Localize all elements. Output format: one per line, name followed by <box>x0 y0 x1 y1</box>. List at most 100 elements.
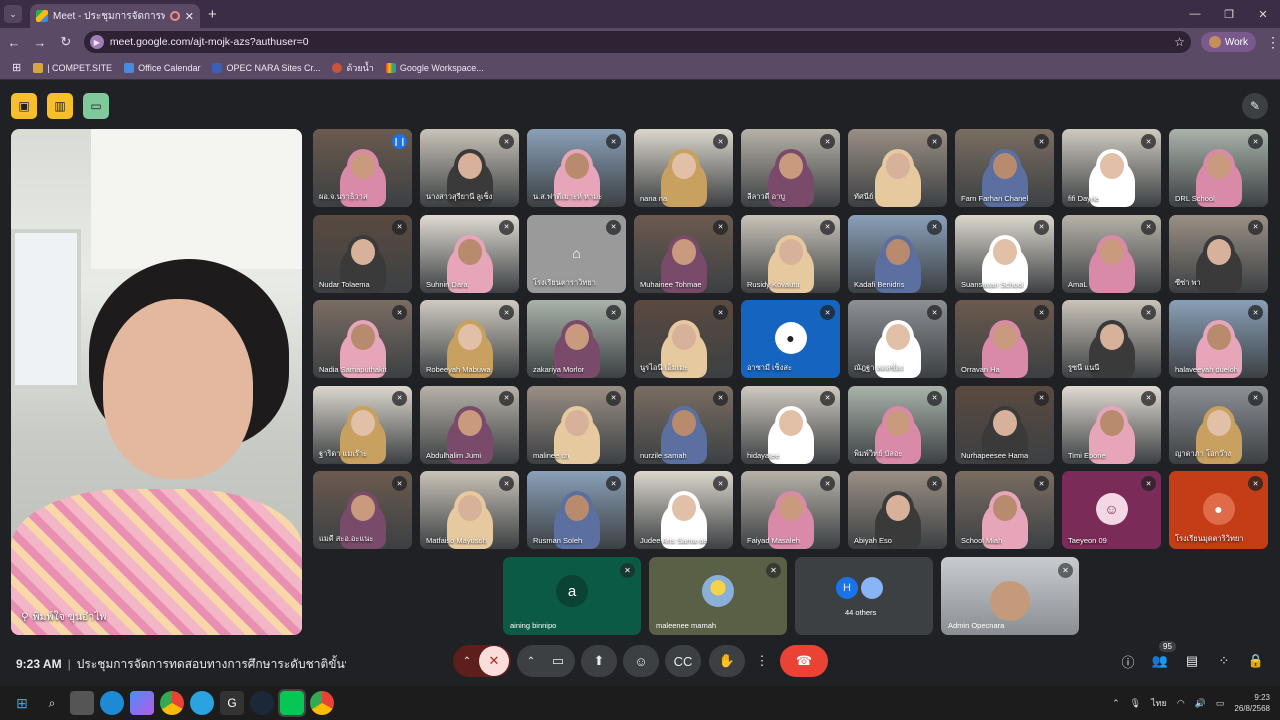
participant-tile[interactable]: ✕ Nadia Samaputhakit <box>313 300 412 378</box>
minimize-icon[interactable]: — <box>1178 8 1212 20</box>
bottom-tile-others[interactable]: H 44 others <box>795 557 933 635</box>
participant-tile[interactable]: ✕ Farn Farhan Chanel <box>955 129 1054 207</box>
close-tab-icon[interactable]: ✕ <box>185 10 194 23</box>
bookmark-google-workspace[interactable]: Google Workspace... <box>385 62 484 73</box>
main-speaker-tile[interactable]: ⚲ พิมพ์ใจ ขุนอำไพ <box>11 129 302 635</box>
volume-icon[interactable]: 🔊 <box>1195 698 1206 709</box>
screen-share-icon[interactable]: ▭ <box>83 93 109 119</box>
participant-tile[interactable]: ✕ Abdulhalim Jumi <box>420 385 519 464</box>
participant-tile[interactable]: ✕ Judee Aris Sama-ae <box>634 471 733 549</box>
telegram-icon[interactable] <box>190 691 214 715</box>
participant-tile[interactable]: ✕ นูรไอนี เอ็มเมะ <box>634 300 733 378</box>
camera-icon[interactable]: ▭ <box>543 653 573 669</box>
bottom-tile-admin[interactable]: ✕ Admin Opecnara <box>941 557 1079 635</box>
windows-start-icon[interactable]: ⊞ <box>10 691 34 715</box>
participant-tile[interactable]: ✕ ญาดาภา โอกว๊าง <box>1169 385 1268 464</box>
participant-tile[interactable]: ✕ Suansavan School <box>955 214 1054 293</box>
app-g-icon[interactable]: G <box>220 691 244 715</box>
clock[interactable]: 9:23 26/8/2568 <box>1234 692 1270 714</box>
bookmark-compet[interactable]: | COMPET.SITE <box>33 62 112 73</box>
bookmark-star-icon[interactable]: ☆ <box>1174 35 1185 49</box>
chevron-up-icon[interactable]: ⌃ <box>519 656 543 667</box>
participant-tile[interactable]: ✕ รูซนี แนนี <box>1062 300 1161 378</box>
camera-button[interactable]: ⌃ ▭ <box>517 645 575 677</box>
chat-icon[interactable]: ▤ <box>1182 651 1202 671</box>
search-icon[interactable]: ⌕ <box>40 691 64 715</box>
participant-tile[interactable]: ✕ malinee cn <box>527 385 626 464</box>
participant-tile[interactable]: ✕ nurzile samah <box>634 385 733 464</box>
host-controls-icon[interactable]: 🔒 <box>1246 651 1266 671</box>
participant-tile[interactable]: ✕ Matfaiso Mayusoh <box>420 471 519 549</box>
participant-tile[interactable]: ❙❙ ผอ.จ.นราธิวาส <box>313 129 412 207</box>
participant-tile[interactable]: ✕ Timi Epone <box>1062 385 1161 464</box>
participant-tile[interactable]: ✕ Nurhapeesee Hama <box>955 385 1054 464</box>
participant-tile[interactable]: ☺ ✕ Taeyeon 09 <box>1062 471 1161 549</box>
browser-menu-icon[interactable]: ⋮ <box>1266 34 1280 51</box>
mic-button[interactable]: ⌃ ✕ <box>453 645 511 677</box>
participant-tile[interactable]: ✕ ฐาริดา แมเร๊าะ <box>313 385 412 464</box>
participant-tile[interactable]: ✕ แมดี สะอ.อะแนะ <box>313 471 412 549</box>
participant-tile[interactable]: ✕ Abiyah Eso <box>848 471 947 549</box>
chrome-icon[interactable] <box>160 691 184 715</box>
chrome-profile-icon[interactable] <box>310 691 334 715</box>
restore-icon[interactable]: ❐ <box>1212 8 1246 21</box>
battery-icon[interactable]: ▭ <box>1216 698 1225 709</box>
captions-button[interactable]: CC <box>665 645 701 677</box>
mic-tray-icon[interactable]: 🎙 <box>1130 698 1141 709</box>
site-info-icon[interactable]: ▶ <box>89 35 104 49</box>
participant-tile[interactable]: ✕ ณัฎฐา ลดลชื่อง <box>848 300 947 378</box>
edit-pencil-icon[interactable]: ✎ <box>1242 93 1268 119</box>
participant-tile[interactable]: ✕ Kadafi Benidris <box>848 214 947 293</box>
bookmark-thai[interactable]: ด้วยน้ำ <box>332 61 374 75</box>
participant-tile[interactable]: ⌂ ✕ โรงเรียนตาราวิทยา <box>527 214 626 293</box>
participant-tile[interactable]: ✕ School Miah <box>955 471 1054 549</box>
steam-icon[interactable] <box>250 691 274 715</box>
participant-tile[interactable]: ✕ zakariya Morlor <box>527 300 626 378</box>
url-field[interactable]: ▶ meet.google.com/ajt-mojk-azs?authuser=… <box>83 31 1191 53</box>
forward-icon[interactable]: → <box>28 35 52 50</box>
participant-tile[interactable]: ✕ Faiyad Masaleh <box>741 471 840 549</box>
back-icon[interactable]: ← <box>2 35 26 50</box>
participant-tile[interactable]: ✕ Muhainee Tohmae <box>634 214 733 293</box>
reload-icon[interactable]: ↻ <box>54 34 78 50</box>
bottom-tile-aining[interactable]: a ✕ aining binnipo <box>503 557 641 635</box>
participant-tile[interactable]: ✕ DRL School <box>1169 129 1268 207</box>
task-view-icon[interactable] <box>70 691 94 715</box>
activities-icon[interactable]: ⁘ <box>1214 651 1234 671</box>
participant-tile[interactable]: ✕ น.ส.ฟาตีเมาะห์ หามะ <box>527 129 626 207</box>
emoji-button[interactable]: ☺ <box>623 645 659 677</box>
participant-tile[interactable]: ✕ halaveeyah dueloh <box>1169 300 1268 378</box>
close-window-icon[interactable]: ✕ <box>1246 8 1280 21</box>
apps-grid-icon[interactable]: ⊞ <box>12 61 21 74</box>
more-options-button[interactable]: ⋮ <box>751 645 773 677</box>
participant-tile[interactable]: ✕ fifi Dayrie <box>1062 129 1161 207</box>
camera-off-icon[interactable]: ▣ <box>11 93 37 119</box>
mic-off-icon[interactable]: ✕ <box>479 646 509 676</box>
line-icon[interactable] <box>278 689 306 717</box>
present-button[interactable]: ⬆ <box>581 645 617 677</box>
people-icon[interactable]: 👥 <box>1150 651 1170 671</box>
bookmark-opec-nara[interactable]: OPEC NARA Sites Cr... <box>212 62 320 73</box>
participant-tile[interactable]: ✕ ทัศนีย์ <box>848 129 947 207</box>
participant-tile[interactable]: ✕ ซีซ่า พา <box>1169 214 1268 293</box>
browser-tab[interactable]: Meet - ประชุมการจัดการทดสอบ ✕ <box>30 4 200 28</box>
participant-tile[interactable]: ✕ Orravan Ha <box>955 300 1054 378</box>
participant-tile[interactable]: ✕ Nudar Tolaema <box>313 214 412 293</box>
profile-button[interactable]: Work <box>1200 32 1256 52</box>
participant-tile[interactable]: ✕ AmaL <box>1062 214 1161 293</box>
participant-tile[interactable]: ✕ Rusman Soleh <box>527 471 626 549</box>
edge-icon[interactable] <box>100 691 124 715</box>
participant-tile[interactable]: ✕ นางสาวสุรียานี ลูเซ็ง <box>420 129 519 207</box>
chevron-up-icon[interactable]: ⌃ <box>455 656 479 667</box>
copilot-icon[interactable] <box>130 691 154 715</box>
participant-tile[interactable]: ● ✕ อาซามี เซ็งสะ <box>741 300 840 378</box>
participant-tile[interactable]: ✕ พิมพ์วิทย์ บัลอะ <box>848 385 947 464</box>
wifi-icon[interactable]: ◠ <box>1177 698 1185 709</box>
tray-chevron-icon[interactable]: ⌃ <box>1112 698 1120 709</box>
bookmark-office-calendar[interactable]: Office Calendar <box>124 62 200 73</box>
participant-tile[interactable]: ✕ hidayatee <box>741 385 840 464</box>
raise-hand-button[interactable]: ✋ <box>709 645 745 677</box>
participant-tile[interactable]: ✕ Rusidy Kovautu <box>741 214 840 293</box>
layout-icon[interactable]: ▥ <box>47 93 73 119</box>
participant-tile[interactable]: ● ✕ โรงเรียนมุดตาริวิทยา <box>1169 471 1268 549</box>
